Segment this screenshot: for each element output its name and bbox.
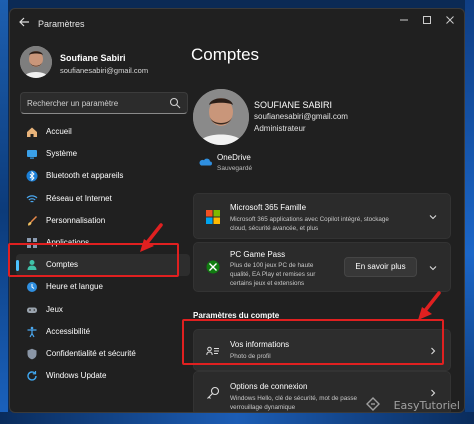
sidebar-item-label: Windows Update [46,371,107,381]
card-desc: certains jeux et extensions [230,280,305,287]
microsoft-365-card[interactable]: Microsoft 365 Famille Microsoft 365 appl… [193,193,451,239]
account-role: Administrateur [254,124,306,133]
chevron-down-icon[interactable] [428,212,438,222]
sidebar-item-jeux[interactable]: Jeux [16,299,190,321]
card-title: Microsoft 365 Famille [230,203,307,212]
shield-icon [27,348,37,360]
brush-icon [28,215,38,226]
chevron-right-icon [431,389,436,397]
home-icon [27,127,37,137]
pc-game-pass-card[interactable]: PC Game Pass Plus de 100 jeux PC de haut… [193,242,451,292]
wallpaper-left [0,0,8,424]
sidebar-item-label: Jeux [46,304,63,314]
page-title: Comptes [191,45,260,64]
update-icon [27,371,37,381]
app-title: Paramètres [38,19,85,29]
clock-globe-icon [27,282,37,293]
search-placeholder: Rechercher un paramètre [27,99,119,108]
sidebar-item-bluetooth[interactable]: Bluetooth et appareils [16,165,190,187]
red-arrow-icon [418,291,441,320]
easytutoriel-logo-icon [366,397,380,411]
search-icon [169,97,181,109]
maximize-button[interactable] [416,15,438,31]
sidebar-item-accessibilite[interactable]: Accessibilité [16,321,190,343]
sidebar-item-label: Bluetooth et appareils [46,171,124,181]
profile-name: Soufiane Sabiri [60,53,126,63]
accessibility-icon [27,326,37,337]
sidebar-item-label: Confidentialité et sécurité [46,348,136,358]
sidebar-item-label: Accueil [46,127,72,136]
wallpaper-right [465,0,474,424]
back-button[interactable] [16,16,32,32]
account-avatar [193,89,249,145]
sidebar-item-reseau[interactable]: Réseau et Internet [16,188,190,210]
search-input[interactable]: Rechercher un paramètre [20,92,188,114]
sidebar-profile[interactable]: Soufiane Sabiri soufianesabiri@gmail.com [20,46,190,86]
learn-more-button[interactable]: En savoir plus [344,257,417,277]
sidebar-item-windows-update[interactable]: Windows Update [16,365,190,387]
maximize-icon [423,16,431,24]
card-desc: Windows Hello, clé de sécurité, mot de p… [230,395,358,402]
title-bar: Paramètres [10,9,464,39]
back-arrow-icon [19,17,29,27]
account-name: SOUFIANE SABIRI [254,100,333,110]
onedrive-icon [199,158,212,166]
card-title: PC Game Pass [230,250,286,259]
xbox-icon [206,260,220,274]
wallpaper-bottom [0,412,474,424]
sidebar-item-accueil[interactable]: Accueil [16,121,190,143]
sidebar-item-label: Système [46,149,78,159]
onedrive-label[interactable]: OneDrive [217,153,251,162]
sidebar-item-label: Personnalisation [46,215,106,225]
monitor-icon [27,150,37,159]
sidebar-item-confidentialite[interactable]: Confidentialité et sécurité [16,343,190,365]
sidebar-item-label: Réseau et Internet [46,193,112,203]
microsoft-logo-icon [206,210,220,224]
card-desc: Microsoft 365 applications avec Copilot … [230,216,389,223]
avatar [20,46,52,78]
account-email: soufianesabiri@gmail.com [254,112,348,121]
minimize-button[interactable] [393,15,415,31]
card-title: Options de connexion [230,382,308,391]
sidebar-item-systeme[interactable]: Système [16,143,190,165]
bluetooth-icon [26,170,38,182]
card-desc: verrouillage dynamique [230,404,296,411]
red-arrow-icon [140,223,163,252]
profile-email: soufianesabiri@gmail.com [60,66,149,75]
gamepad-icon [27,307,37,313]
sidebar-item-heure-langue[interactable]: Heure et langue [16,276,190,298]
onedrive-status: Sauvegardé [217,165,253,172]
chevron-down-icon[interactable] [428,263,438,273]
wifi-icon [26,194,38,203]
watermark: EasyTutoriel [393,399,460,412]
sidebar-item-label: Heure et langue [46,282,103,292]
close-button[interactable] [439,15,461,31]
card-desc: qualité, EA Play et remises sur [230,271,316,278]
minimize-icon [400,19,408,21]
key-icon [207,386,220,399]
highlight-box-your-info [182,319,444,365]
card-desc: cloud, sécurité avancée, et plus [230,225,319,232]
card-desc: Plus de 100 jeux PC de haute [230,262,314,269]
sidebar-item-label: Accessibilité [46,326,91,336]
close-icon [446,16,454,24]
